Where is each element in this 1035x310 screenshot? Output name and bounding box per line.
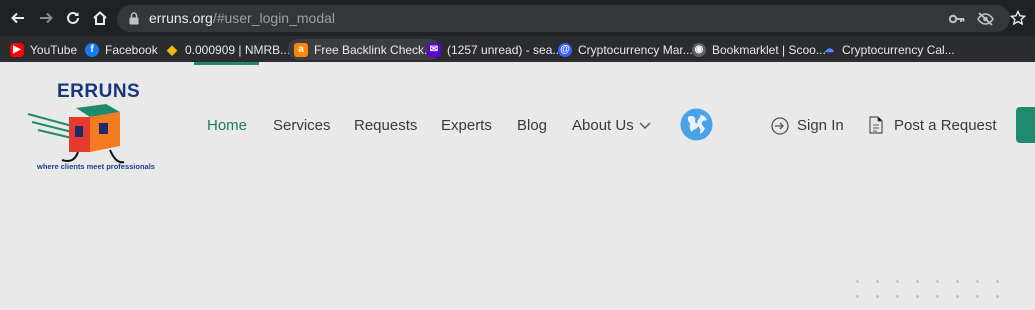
bookmark-label: Free Backlink Check... <box>314 42 435 57</box>
active-section-indicator <box>194 62 259 65</box>
back-arrow-icon[interactable] <box>8 8 28 28</box>
url-text[interactable]: erruns.org/#user_login_modal <box>149 10 335 26</box>
decorative-dot <box>976 295 979 298</box>
bookmark-label: Cryptocurrency Mar... <box>578 42 693 57</box>
bookmark-youtube[interactable]: ▶ YouTube <box>4 39 83 60</box>
logo-tagline: where clients meet professionals <box>37 162 155 171</box>
bookmark-label: (1257 unread) - sea... <box>447 42 563 57</box>
bookmark-binance[interactable]: ◆ 0.000909 | NMRB... <box>159 39 296 60</box>
bookmark-coinmarketcal[interactable]: ☁ Cryptocurrency Cal... <box>816 39 961 60</box>
bookmark-star-icon[interactable] <box>1008 8 1028 28</box>
bookmark-label: Bookmarklet | Scoo... <box>712 42 826 57</box>
decorative-dot <box>956 280 959 283</box>
decorative-dot <box>936 280 939 283</box>
nav-requests[interactable]: Requests <box>354 117 417 134</box>
decorative-dot <box>936 295 939 298</box>
decorative-dot <box>976 280 979 283</box>
decorative-dot-pattern <box>852 278 1035 310</box>
bookmark-coinmarketcap[interactable]: @ Cryptocurrency Mar... <box>552 39 699 60</box>
ahrefs-icon: a <box>294 42 308 57</box>
sign-in-link[interactable]: Sign In <box>797 117 844 134</box>
nav-home[interactable]: Home <box>207 117 247 134</box>
browser-toolbar: erruns.org/#user_login_modal <box>0 0 1035 36</box>
nav-experts[interactable]: Experts <box>441 117 492 134</box>
reload-icon[interactable] <box>63 8 83 28</box>
decorative-dot <box>996 280 999 283</box>
key-icon[interactable] <box>947 9 967 29</box>
address-bar[interactable]: erruns.org/#user_login_modal <box>117 5 1010 32</box>
bookmark-label: Facebook <box>105 42 158 57</box>
bookmark-facebook[interactable]: f Facebook <box>79 39 164 60</box>
globe-icon[interactable] <box>680 108 713 141</box>
yahoo-mail-icon: ✉ <box>427 42 441 57</box>
bookmark-label: 0.000909 | NMRB... <box>185 42 291 57</box>
sign-in-icon[interactable] <box>771 117 789 135</box>
bookmark-backlink-checker[interactable]: a Free Backlink Check... <box>288 39 441 60</box>
nav-blog[interactable]: Blog <box>517 117 547 134</box>
scoopit-icon: ◉ <box>692 42 706 57</box>
url-host: erruns.org <box>149 10 213 26</box>
document-icon[interactable] <box>869 116 883 134</box>
decorative-dot <box>896 280 899 283</box>
bookmark-scoopit[interactable]: ◉ Bookmarklet | Scoo... <box>686 39 832 60</box>
decorative-dot <box>916 280 919 283</box>
decorative-dot <box>996 295 999 298</box>
chevron-down-icon[interactable] <box>638 120 652 130</box>
decorative-dot <box>896 295 899 298</box>
bookmarks-bar: ▶ YouTube f Facebook ◆ 0.000909 | NMRB..… <box>0 36 1035 62</box>
logo-title: ERRUNS <box>57 81 141 102</box>
facebook-icon: f <box>85 42 99 57</box>
url-path: /#user_login_modal <box>212 10 336 26</box>
decorative-dot <box>956 295 959 298</box>
nav-about-us[interactable]: About Us <box>572 117 634 134</box>
decorative-dot <box>856 295 859 298</box>
binance-icon: ◆ <box>167 41 177 57</box>
decorative-dot <box>916 295 919 298</box>
decorative-dot <box>856 280 859 283</box>
forward-arrow-icon[interactable] <box>36 8 56 28</box>
lock-icon <box>129 12 139 25</box>
site-logo[interactable]: ERRUNS where clients meet professionals <box>24 78 156 174</box>
coinmarketcap-icon: @ <box>558 42 572 57</box>
bookmark-label: YouTube <box>30 42 78 57</box>
bookmark-label: Cryptocurrency Cal... <box>842 42 955 57</box>
web-page: ERRUNS where clients meet professionals … <box>0 62 1035 310</box>
decorative-dot <box>876 280 879 283</box>
post-request-link[interactable]: Post a Request <box>894 117 997 134</box>
eye-off-icon[interactable] <box>975 9 995 29</box>
coinmarketcal-icon: ☁ <box>824 44 834 55</box>
home-icon[interactable] <box>90 8 110 28</box>
youtube-icon: ▶ <box>10 42 24 57</box>
decorative-dot <box>876 295 879 298</box>
cta-button[interactable] <box>1016 107 1035 143</box>
bookmark-yahoo-mail[interactable]: ✉ (1257 unread) - sea... <box>421 39 568 60</box>
nav-services[interactable]: Services <box>273 117 331 134</box>
